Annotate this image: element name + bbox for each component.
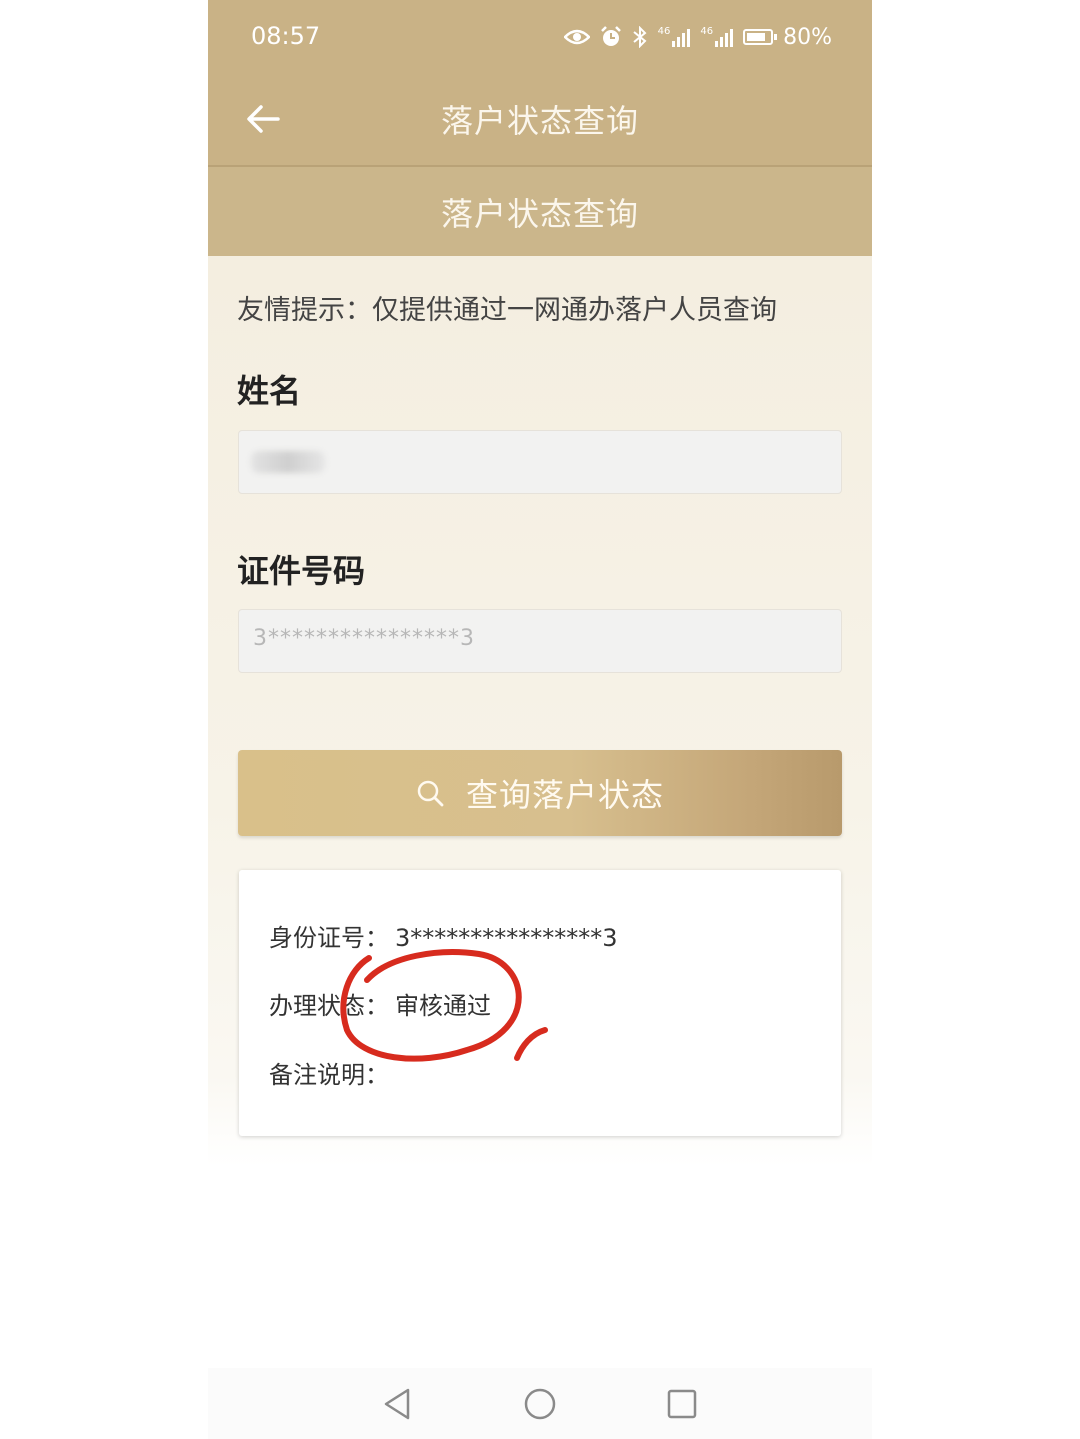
result-id-value: 3****************3 bbox=[395, 924, 618, 952]
query-form: 友情提示：仅提供通过一网通办落户人员查询 姓名 证件号码 3**********… bbox=[208, 256, 872, 1166]
result-remark-label: 备注说明： bbox=[269, 1061, 389, 1089]
result-card: 身份证号： 3****************3 办理状态： 审核通过 备注说明： bbox=[239, 870, 841, 1136]
section-title: 落户状态查询 bbox=[440, 195, 639, 233]
id-number-label: 证件号码 bbox=[237, 552, 366, 590]
status-time: 08:57 bbox=[251, 22, 321, 50]
signal-icon: 46 bbox=[658, 27, 691, 47]
friendly-tip: 友情提示：仅提供通过一网通办落户人员查询 bbox=[237, 295, 777, 326]
id-number-value: 3****************3 bbox=[253, 626, 475, 651]
battery-percent: 80% bbox=[783, 24, 832, 50]
blurred-name bbox=[251, 451, 325, 473]
page-title: 落户状态查询 bbox=[440, 102, 639, 140]
status-icons: 46 46 80% bbox=[563, 22, 832, 52]
back-triangle-icon[interactable] bbox=[378, 1384, 418, 1424]
recent-square-icon[interactable] bbox=[662, 1384, 702, 1424]
query-button-label: 查询落户状态 bbox=[465, 776, 664, 814]
system-nav-bar bbox=[208, 1368, 872, 1439]
name-label: 姓名 bbox=[237, 372, 302, 410]
bluetooth-icon bbox=[632, 26, 647, 48]
signal-icon: 46 bbox=[700, 26, 734, 47]
battery-icon bbox=[743, 29, 778, 45]
search-icon bbox=[417, 780, 444, 807]
network-type: 46 bbox=[657, 26, 671, 37]
eye-icon bbox=[563, 29, 590, 45]
result-id-row: 身份证号： 3****************3 bbox=[269, 918, 618, 953]
alarm-icon bbox=[600, 26, 621, 46]
home-circle-icon[interactable] bbox=[520, 1384, 560, 1424]
result-status-value: 审核通过 bbox=[395, 992, 491, 1020]
id-number-input[interactable]: 3****************3 bbox=[238, 609, 842, 673]
result-status-label: 办理状态： bbox=[269, 992, 389, 1020]
status-bar: 08:57 46 46 80% bbox=[208, 0, 872, 76]
network-type: 46 bbox=[700, 26, 714, 37]
result-id-label: 身份证号： bbox=[269, 924, 389, 952]
query-status-button[interactable]: 查询落户状态 bbox=[238, 750, 842, 836]
result-remark-row: 备注说明： bbox=[269, 1055, 389, 1090]
phone-screen: 08:57 46 46 80% 落户状态查询 落户状态查询 友情提示：仅提供通过… bbox=[208, 0, 872, 1439]
name-input[interactable] bbox=[238, 430, 842, 494]
app-bar: 落户状态查询 bbox=[208, 76, 872, 167]
result-status-row: 办理状态： 审核通过 bbox=[269, 986, 491, 1021]
section-header: 落户状态查询 bbox=[208, 167, 872, 256]
